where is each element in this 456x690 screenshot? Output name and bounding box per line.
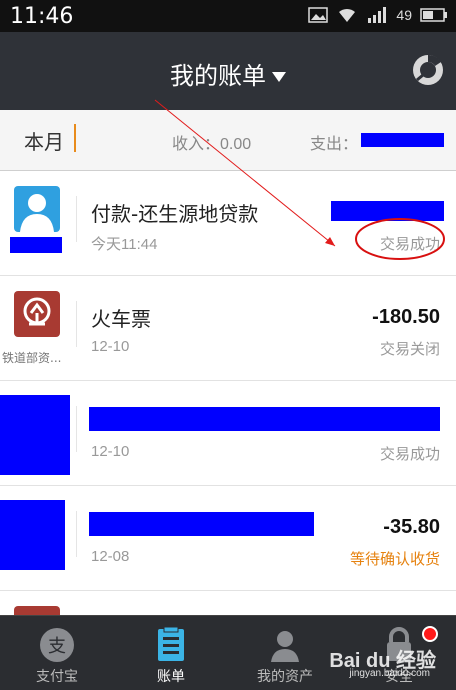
user-avatar-icon <box>14 186 60 232</box>
title-bar: 我的账单 <box>0 32 456 110</box>
bill-list-icon <box>158 626 184 661</box>
transaction-row[interactable]: 12-10 交易成功 <box>0 381 456 486</box>
transaction-row[interactable]: 12-08 -35.80 等待确认收货 <box>0 486 456 591</box>
transaction-status: 交易关闭 <box>379 340 440 358</box>
battery-icon <box>420 8 447 22</box>
merchant-name: 铁道部资... <box>2 351 62 365</box>
row-separator <box>76 196 77 242</box>
transaction-status: 交易成功 <box>379 235 440 253</box>
page-title: 我的账单 <box>170 62 266 90</box>
transaction-name: 火车票 <box>91 307 151 331</box>
transaction-date: 今天11:44 <box>91 236 158 253</box>
transaction-list[interactable]: 付款-还生源地贷款 今天11:44 交易成功 铁道部资... 火车票 12-10… <box>0 171 456 615</box>
tab-label: 账单 <box>157 669 185 685</box>
transaction-date: 12-10 <box>91 338 130 355</box>
signal-icon <box>368 7 387 23</box>
redaction-mask <box>10 237 62 253</box>
redaction-mask <box>0 500 65 570</box>
month-divider <box>74 124 76 152</box>
baidu-watermark-url: jingyan.baidu.com <box>349 668 430 679</box>
transaction-status: 交易成功 <box>379 445 440 463</box>
expense-label: 支出： <box>310 136 359 153</box>
transaction-amount: -180.50 <box>372 306 440 328</box>
status-time: 11:46 <box>10 4 74 29</box>
status-icons: 49 <box>308 6 448 24</box>
battery-level: 49 <box>396 7 412 23</box>
transaction-status: 等待确认收货 <box>349 550 440 568</box>
transaction-date: 12-10 <box>91 443 130 460</box>
row-separator <box>76 301 77 347</box>
pie-chart-icon[interactable] <box>412 54 444 86</box>
tab-label: 我的资产 <box>257 669 313 685</box>
svg-text:支: 支 <box>48 636 66 657</box>
caret-down-icon <box>272 72 286 82</box>
railway-logo-icon <box>14 291 60 337</box>
bill-type-dropdown[interactable]: 我的账单 <box>0 56 456 91</box>
transaction-row[interactable] <box>0 591 456 615</box>
person-icon <box>271 631 299 662</box>
notification-badge <box>422 626 438 642</box>
wifi-icon <box>339 8 356 22</box>
transaction-row[interactable]: 付款-还生源地贷款 今天11:44 交易成功 <box>0 171 456 276</box>
redaction-mask <box>89 407 440 431</box>
month-selector[interactable]: 本月 <box>24 126 64 155</box>
redaction-mask <box>361 133 444 147</box>
redaction-mask <box>89 512 314 536</box>
tab-label: 支付宝 <box>36 669 78 685</box>
transaction-date: 12-08 <box>91 548 130 565</box>
tab-bills[interactable]: 账单 <box>114 616 228 690</box>
gallery-icon <box>308 7 329 23</box>
row-separator <box>76 406 77 452</box>
row-separator <box>76 511 77 557</box>
transaction-row[interactable]: 铁道部资... 火车票 12-10 -180.50 交易关闭 <box>0 276 456 381</box>
alipay-icon: 支 <box>40 628 74 662</box>
transaction-name: 付款-还生源地贷款 <box>91 202 259 226</box>
status-bar: 11:46 49 <box>0 0 456 32</box>
tab-alipay[interactable]: 支 支付宝 <box>0 616 114 690</box>
redaction-mask <box>331 201 444 221</box>
tab-assets[interactable]: 我的资产 <box>228 616 342 690</box>
transaction-amount: -35.80 <box>383 516 440 538</box>
merchant-logo-icon <box>14 606 60 615</box>
redaction-mask <box>0 395 70 475</box>
income-total: 收入：0.00 <box>172 136 252 153</box>
